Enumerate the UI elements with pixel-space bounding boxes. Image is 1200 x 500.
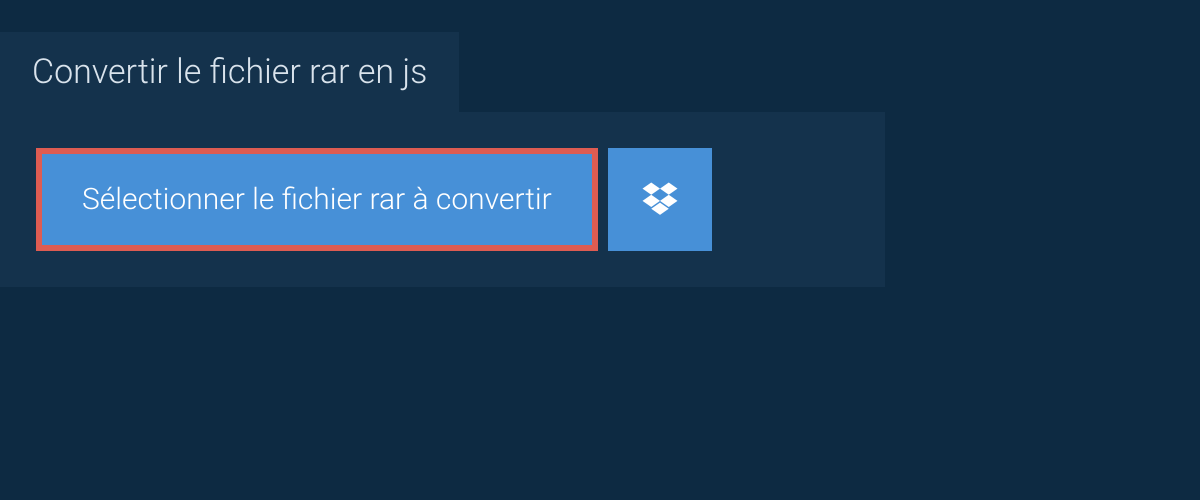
select-file-label: Sélectionner le fichier rar à convertir (82, 182, 552, 217)
dropbox-button[interactable] (608, 148, 712, 251)
button-row: Sélectionner le fichier rar à convertir (36, 148, 849, 251)
tab-title: Convertir le fichier rar en js (32, 52, 427, 92)
dropbox-icon (639, 179, 681, 221)
tab-convert[interactable]: Convertir le fichier rar en js (0, 32, 459, 112)
select-file-button[interactable]: Sélectionner le fichier rar à convertir (36, 148, 598, 251)
convert-panel: Sélectionner le fichier rar à convertir (0, 112, 885, 287)
